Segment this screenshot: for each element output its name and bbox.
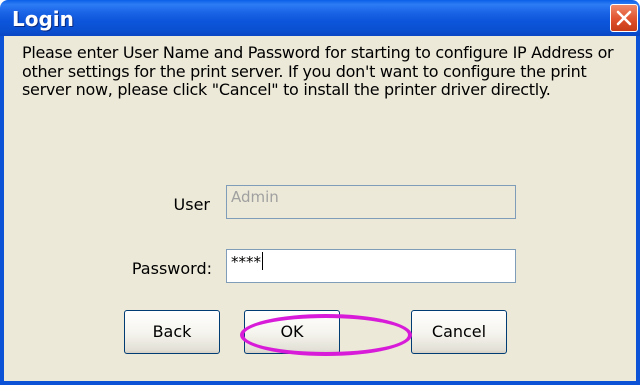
window-frame-right	[636, 36, 640, 385]
back-button[interactable]: Back	[124, 310, 220, 354]
ok-highlight-ellipse	[240, 314, 412, 356]
close-button[interactable]	[610, 4, 638, 32]
text-caret	[262, 252, 263, 270]
password-field[interactable]: ****	[226, 249, 516, 283]
window-frame-bottom	[0, 381, 640, 385]
password-value: ****	[231, 253, 261, 271]
user-field: Admin	[226, 185, 516, 219]
user-label: User	[173, 195, 210, 214]
login-dialog: Login Please enter User Name and Passwor…	[0, 0, 640, 385]
instruction-text: Please enter User Name and Password for …	[22, 43, 614, 99]
password-label: Password:	[131, 259, 212, 278]
window-title: Login	[12, 7, 74, 31]
cancel-button[interactable]: Cancel	[411, 310, 507, 354]
title-bar[interactable]: Login	[0, 0, 640, 36]
close-icon	[616, 10, 632, 26]
